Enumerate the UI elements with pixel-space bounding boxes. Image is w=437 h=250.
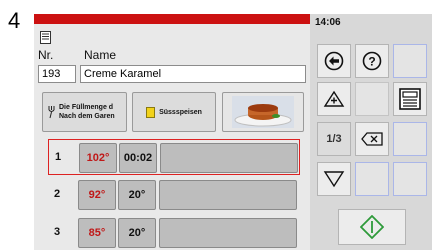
step-details[interactable] [160,143,298,173]
step-temperature[interactable]: 92° [78,180,116,210]
question-icon: ? [362,51,382,71]
save-disk-icon [399,88,421,110]
step-index: 2 [54,188,61,200]
folder-icon [146,106,156,118]
recipe-number-field[interactable]: 193 [38,65,76,83]
fill-quantity-text-2: Nach dem Garen [59,113,115,120]
svg-text:?: ? [368,55,375,69]
name-label: Name [84,48,117,62]
page-number: 1/3 [326,133,342,145]
save-button[interactable] [393,82,427,116]
empty-button [355,162,389,196]
step-temperature[interactable]: 102° [79,143,117,173]
diamond-start-icon [360,215,384,239]
start-button[interactable] [338,209,406,245]
triangle-up-plus-icon [323,90,345,108]
page-indicator: 1/3 [317,122,351,156]
fill-quantity-button[interactable]: Die Füllmenge d Nach dem Garen [42,92,127,132]
number-label: Nr. [38,48,54,62]
step-row-3[interactable]: 3 85° 20° [48,215,300,250]
step-row-1[interactable]: 1 102° 00:02 [48,139,300,175]
backspace-icon [361,132,383,146]
empty-button [393,44,427,78]
step-details[interactable] [159,180,297,210]
control-panel: 14:06 ? 1/3 [310,14,432,250]
back-button[interactable] [317,44,351,78]
recipe-name-field[interactable]: Creme Karamel [80,65,306,83]
category-button[interactable]: Süssspeisen [132,92,216,132]
clock: 14:06 [315,17,341,28]
move-step-down-button[interactable] [317,162,351,196]
step-list: 1 102° 00:02 2 92° 20° 3 85° 20° [48,139,300,250]
step-number: 4 [8,8,21,33]
category-label: Süssspeisen [159,108,202,116]
empty-button [393,162,427,196]
recipe-image-button[interactable] [222,92,304,132]
triangle-down-icon [323,170,345,188]
delete-button[interactable] [355,122,389,156]
step-time[interactable]: 20° [118,180,156,210]
fill-quantity-text-1: Die Füllmenge d [59,104,114,111]
step-temperature[interactable]: 85° [78,218,116,248]
help-button[interactable]: ? [355,44,389,78]
step-index: 1 [55,151,62,163]
fork-icon [47,105,56,119]
document-icon [40,31,51,49]
step-details[interactable] [159,218,297,248]
step-index: 3 [54,226,61,238]
empty-button [393,122,427,156]
empty-button [355,82,389,116]
oven-control-screen: Nr. Name 193 Creme Karamel Die Füllmenge… [34,14,432,250]
dessert-image [232,96,294,128]
step-row-2[interactable]: 2 92° 20° [48,177,300,213]
move-step-up-button[interactable] [317,82,351,116]
step-time[interactable]: 20° [118,218,156,248]
title-bar [34,14,310,24]
step-time[interactable]: 00:02 [119,143,157,173]
arrow-left-circle-icon [324,51,344,71]
